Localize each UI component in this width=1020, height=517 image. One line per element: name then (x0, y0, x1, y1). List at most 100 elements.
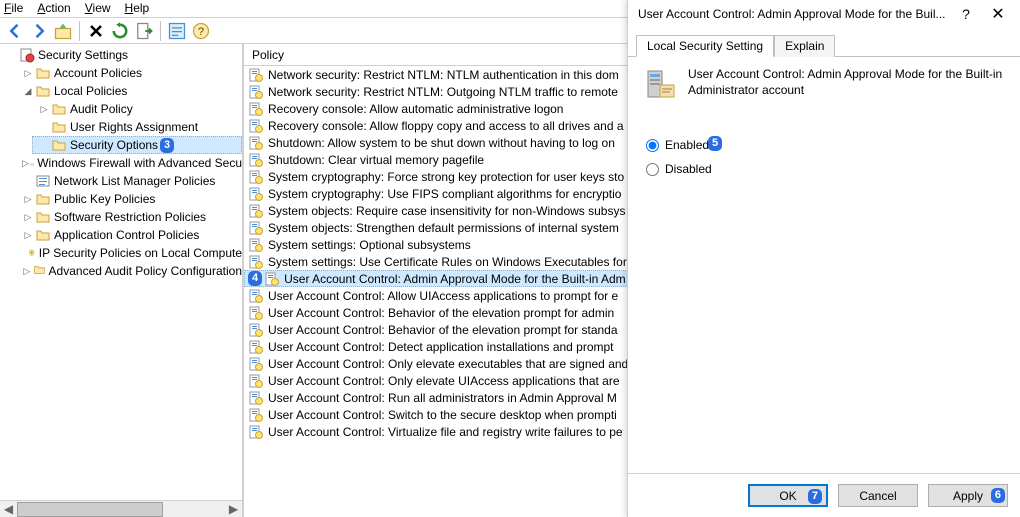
policy-item-label: Network security: Restrict NTLM: Outgoin… (268, 85, 618, 99)
tree-node[interactable]: ▷ Advanced Audit Policy Configuration (16, 262, 242, 280)
policy-item-label: User Account Control: Admin Approval Mod… (284, 272, 626, 286)
tree-horizontal-scrollbar[interactable]: ◀ ▶ (0, 500, 242, 517)
tree-node[interactable]: ▷Application Control Policies (16, 226, 242, 244)
tree-root-node[interactable]: Security Settings (0, 46, 242, 64)
tree-node-label: Local Policies (54, 84, 127, 98)
policy-item-icon (248, 186, 264, 202)
policy-item-icon (248, 203, 264, 219)
policy-item-icon (248, 84, 264, 100)
policy-item-label: User Account Control: Behavior of the el… (268, 323, 618, 337)
scroll-left-icon[interactable]: ◀ (0, 502, 17, 517)
folder-icon (51, 137, 67, 153)
menu-action[interactable]: Action (37, 1, 70, 14)
policy-item-icon (264, 271, 280, 287)
dialog-titlebar: User Account Control: Admin Approval Mod… (628, 0, 1020, 28)
forward-button[interactable] (28, 20, 50, 42)
folder-icon (35, 83, 51, 99)
policy-item-label: System objects: Strengthen default permi… (268, 221, 619, 235)
menu-file[interactable]: File (4, 1, 23, 14)
scroll-right-icon[interactable]: ▶ (225, 502, 242, 517)
dialog-close-button[interactable]: ✕ (982, 2, 1014, 26)
tree-node-label: Advanced Audit Policy Configuration (49, 264, 242, 278)
tree-pane: Security Settings ▷Account Policies ◢ Loca… (0, 44, 244, 517)
expand-icon[interactable]: ▷ (22, 194, 34, 205)
expand-icon[interactable]: ▷ (22, 230, 34, 241)
delete-button[interactable] (85, 20, 107, 42)
export-button[interactable] (133, 20, 155, 42)
policy-item-label: System objects: Require case insensitivi… (268, 204, 625, 218)
tree-node[interactable]: ▷ Windows Firewall with Advanced Secu (16, 154, 242, 172)
policy-item-icon (248, 169, 264, 185)
tree-root: Security Settings ▷Account Policies ◢ Loca… (0, 44, 242, 282)
cancel-button[interactable]: Cancel (838, 484, 918, 507)
radio-disabled-input[interactable] (646, 163, 659, 176)
ok-button[interactable]: OK 7 (748, 484, 828, 507)
refresh-button[interactable] (109, 20, 131, 42)
policy-item-label: System settings: Use Certificate Rules o… (268, 255, 627, 269)
policy-item-label: User Account Control: Virtualize file an… (268, 425, 623, 439)
properties-button[interactable] (166, 20, 188, 42)
policy-item-icon (248, 237, 264, 253)
policy-item-label: System cryptography: Use FIPS compliant … (268, 187, 621, 201)
policy-item-label: User Account Control: Switch to the secu… (268, 408, 617, 422)
expand-icon[interactable]: ▷ (22, 68, 34, 79)
tree-node[interactable]: ▷ Audit Policy (32, 100, 242, 118)
expand-icon[interactable]: ▷ (38, 104, 50, 115)
scroll-track[interactable] (17, 502, 225, 517)
tree-node[interactable]: ▷Account Policies (16, 64, 242, 82)
list-icon (35, 173, 51, 189)
svg-text:?: ? (198, 25, 204, 37)
help-button[interactable]: ? (190, 20, 212, 42)
policy-item-icon (248, 305, 264, 321)
shield-icon (28, 245, 35, 261)
scroll-thumb[interactable] (17, 502, 163, 517)
policy-item-icon (248, 339, 264, 355)
dialog-tabs: Local Security Setting Explain (628, 30, 1020, 57)
tree-node[interactable]: Network List Manager Policies (16, 172, 242, 190)
policy-item-icon (248, 407, 264, 423)
expand-icon[interactable]: ◢ (22, 86, 34, 97)
tree-node[interactable]: User Rights Assignment (32, 118, 242, 136)
tree-node[interactable]: IP Security Policies on Local Compute (16, 244, 242, 262)
radio-enabled-input[interactable] (646, 139, 659, 152)
up-button[interactable] (52, 20, 74, 42)
expand-icon[interactable]: ▷ (22, 266, 32, 277)
expand-icon[interactable]: ▷ (22, 212, 34, 223)
toolbar-separator (79, 21, 80, 41)
policy-item-label: Network security: Restrict NTLM: NTLM au… (268, 68, 619, 82)
tree-node[interactable]: ▷ Public Key Policies (16, 190, 242, 208)
expand-icon[interactable]: ▷ (22, 158, 29, 169)
radio-disabled[interactable]: Disabled (646, 157, 1006, 181)
policy-item-label: User Account Control: Run all administra… (268, 391, 617, 405)
tree-node-label: Public Key Policies (54, 192, 155, 206)
radio-enabled[interactable]: Enabled 5 (646, 133, 1006, 157)
tree-node[interactable]: ◢ Local Policies (16, 82, 242, 100)
badge: 4 (248, 271, 262, 286)
policy-item-icon (248, 118, 264, 134)
tab-explain[interactable]: Explain (774, 35, 835, 57)
back-button[interactable] (4, 20, 26, 42)
dialog-body: User Account Control: Admin Approval Mod… (628, 57, 1020, 473)
apply-button[interactable]: Apply 6 (928, 484, 1008, 507)
tab-local-security-setting[interactable]: Local Security Setting (636, 35, 774, 57)
tree-node-label: Windows Firewall with Advanced Secu (37, 156, 242, 170)
dialog-help-button[interactable]: ? (950, 2, 982, 26)
tree-node-label: Audit Policy (70, 102, 133, 116)
menu-view[interactable]: View (85, 1, 111, 14)
tree-node[interactable]: Security Options3 (32, 136, 242, 154)
tree-node-label: IP Security Policies on Local Compute (39, 246, 242, 260)
column-header-policy[interactable]: Policy (252, 48, 284, 62)
badge: 7 (808, 489, 822, 504)
policy-item-icon (248, 101, 264, 117)
policy-item-label: User Account Control: Detect application… (268, 340, 614, 354)
tree-node[interactable]: ▷Software Restriction Policies (16, 208, 242, 226)
policy-item-icon (248, 424, 264, 440)
policy-item-label: System settings: Optional subsystems (268, 238, 471, 252)
menu-help[interactable]: Help (125, 1, 150, 14)
policy-item-icon (248, 152, 264, 168)
apply-button-label: Apply (953, 489, 983, 503)
tree-node-label: Security Settings (38, 48, 128, 62)
policy-item-label: User Account Control: Allow UIAccess app… (268, 289, 618, 303)
properties-dialog: User Account Control: Admin Approval Mod… (627, 0, 1020, 517)
folder-icon (35, 65, 51, 81)
